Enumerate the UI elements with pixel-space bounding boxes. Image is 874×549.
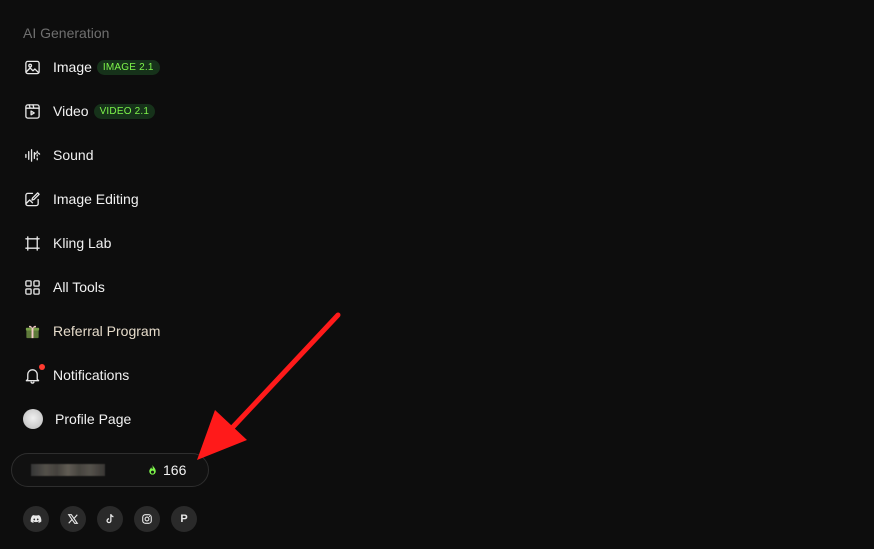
nav-label: Image xyxy=(53,59,92,75)
nav-item-all-tools[interactable]: All Tools xyxy=(23,273,105,301)
sidebar-panel: AI Generation Image IMAGE 2.1 Video VIDE… xyxy=(0,0,874,549)
credit-icon xyxy=(149,464,156,475)
nav-item-notifications[interactable]: Notifications xyxy=(23,361,129,389)
image-icon xyxy=(23,58,41,76)
nav-item-sound[interactable]: Sound xyxy=(23,141,93,169)
gift-icon xyxy=(23,322,41,340)
nav-item-image-editing[interactable]: Image Editing xyxy=(23,185,139,213)
notification-dot xyxy=(39,364,45,370)
credit-count: 166 xyxy=(163,462,187,478)
sound-icon xyxy=(23,146,41,164)
bell-icon xyxy=(23,364,45,384)
social-links: P xyxy=(23,506,197,532)
nav-label: Kling Lab xyxy=(53,235,112,251)
nav-label: Video xyxy=(53,103,89,119)
blurred-username xyxy=(31,464,105,476)
lab-icon xyxy=(23,234,41,252)
p-letter: P xyxy=(180,513,188,525)
nav-label: Profile Page xyxy=(55,411,132,427)
nav-item-image[interactable]: Image IMAGE 2.1 xyxy=(23,53,160,81)
grid-icon xyxy=(23,278,41,296)
version-badge: VIDEO 2.1 xyxy=(93,103,156,119)
nav-item-referral-program[interactable]: Referral Program xyxy=(23,317,160,345)
instagram-icon[interactable] xyxy=(134,506,160,532)
x-icon[interactable] xyxy=(60,506,86,532)
tiktok-icon[interactable] xyxy=(97,506,123,532)
nav-label: Sound xyxy=(53,147,94,163)
nav-item-profile-page[interactable]: Profile Page xyxy=(23,405,131,433)
nav-item-kling-lab[interactable]: Kling Lab xyxy=(23,229,111,257)
nav-item-video[interactable]: Video VIDEO 2.1 xyxy=(23,97,156,125)
nav-label: Image Editing xyxy=(53,191,139,207)
video-icon xyxy=(23,102,41,120)
discord-icon[interactable] xyxy=(23,506,49,532)
avatar xyxy=(23,409,43,429)
nav-label: Referral Program xyxy=(53,323,161,339)
account-credits-pill[interactable]: 166 xyxy=(11,453,209,487)
section-title: AI Generation xyxy=(23,25,110,41)
version-badge: IMAGE 2.1 xyxy=(96,59,160,75)
image-edit-icon xyxy=(23,190,41,208)
nav-label: Notifications xyxy=(53,367,130,383)
nav-label: All Tools xyxy=(53,279,105,295)
p-icon[interactable]: P xyxy=(171,506,197,532)
